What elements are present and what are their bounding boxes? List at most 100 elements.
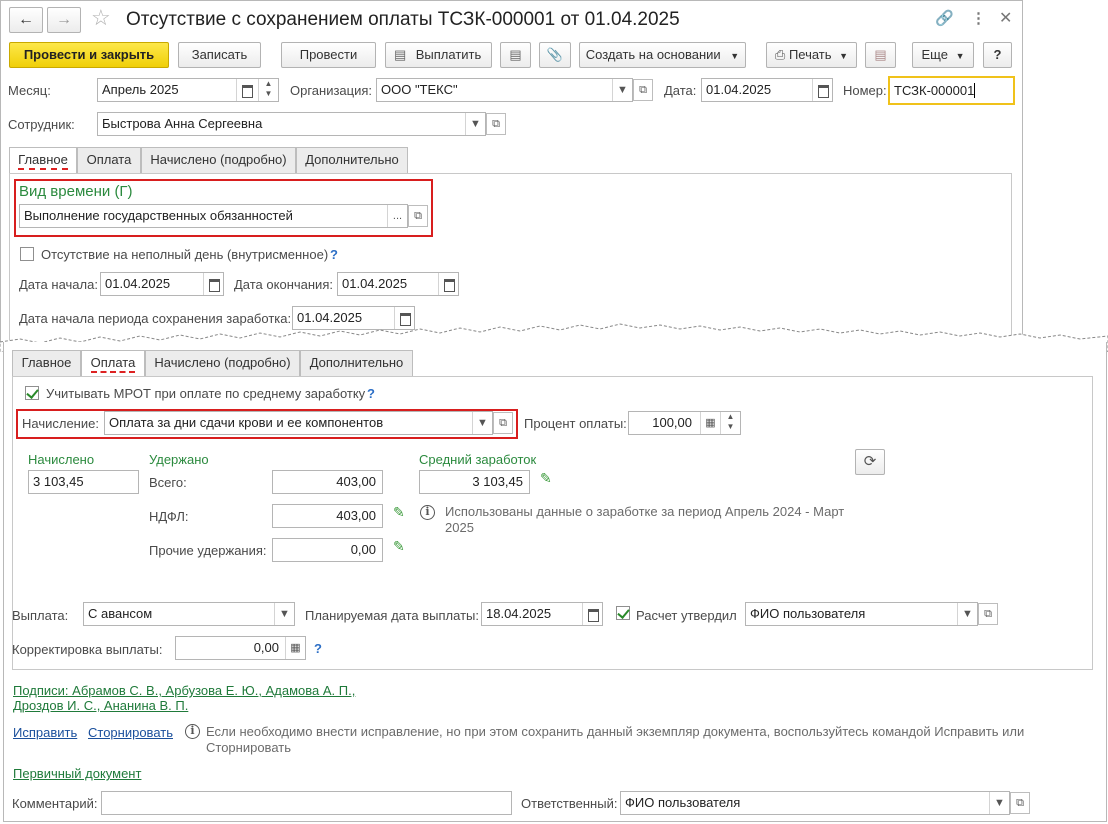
tab-additional[interactable]: Дополнительно [300, 350, 413, 376]
responsible-field[interactable]: ФИО пользователя ▼ [620, 791, 1010, 815]
calendar-icon[interactable] [582, 603, 602, 625]
dropdown-icon[interactable]: ▼ [612, 79, 632, 101]
post-and-close-button[interactable]: Провести и закрыть [9, 42, 169, 68]
calculator-icon[interactable]: ▦ [285, 637, 305, 659]
start-date-label: Дата начала: [19, 277, 98, 292]
month-field[interactable]: Апрель 2025 ▲ ▼ [97, 78, 279, 102]
dropdown-icon[interactable]: ▼ [957, 603, 977, 625]
primary-doc-link[interactable]: Первичный документ [13, 766, 141, 781]
back-button[interactable]: ← [9, 7, 43, 33]
tab-accrued-detail[interactable]: Начислено (подробно) [145, 350, 300, 376]
org-field[interactable]: ООО "ТЕКС" ▼ [376, 78, 633, 102]
total-field[interactable]: 403,00 [272, 470, 383, 494]
tab-payment[interactable]: Оплата [81, 350, 145, 377]
month-spinner[interactable]: ▲ ▼ [258, 79, 278, 101]
tab-main-label: Главное [18, 152, 68, 170]
report-button[interactable]: ▤ [500, 42, 531, 68]
create-based-button[interactable]: Создать на основании ▼ [579, 42, 746, 68]
report-settings-button[interactable]: ▤ [865, 42, 896, 68]
tab-payment[interactable]: Оплата [77, 147, 141, 173]
payout-field[interactable]: С авансом ▼ [83, 602, 295, 626]
correction-field[interactable]: 0,00 ▦ [175, 636, 306, 660]
other-value: 0,00 [350, 542, 376, 557]
other-label: Прочие удержания: [149, 543, 267, 558]
accrual-open-button[interactable]: ⧉ [493, 412, 513, 434]
tab-accrued-detail[interactable]: Начислено (подробно) [141, 147, 296, 173]
tab-additional-label: Дополнительно [305, 152, 399, 167]
star-icon[interactable]: ☆ [91, 5, 111, 31]
calendar-icon[interactable] [236, 79, 256, 101]
post-button[interactable]: Провести [281, 42, 376, 68]
tab-payment-label: Оплата [90, 355, 136, 373]
responsible-open-button[interactable]: ⧉ [1010, 792, 1030, 814]
signatures-link-2[interactable]: Дроздов И. С., Ананина В. П. [13, 698, 188, 713]
dropdown-icon[interactable]: ▼ [472, 412, 492, 434]
reverse-link[interactable]: Сторнировать [88, 725, 173, 740]
org-open-button[interactable]: ⧉ [633, 79, 653, 101]
more-button[interactable]: Еще ▼ [912, 42, 974, 68]
end-date-value: 01.04.2025 [342, 276, 408, 291]
tab-additional[interactable]: Дополнительно [296, 147, 408, 173]
dropdown-icon: ▼ [730, 51, 740, 61]
approved-open-button[interactable]: ⧉ [978, 603, 998, 625]
select-button[interactable]: ... [387, 205, 407, 227]
tab-main[interactable]: Главное [9, 147, 77, 174]
time-type-value: Выполнение государственных обязанностей [24, 208, 293, 223]
mrot-checkbox[interactable] [25, 386, 39, 400]
pencil-icon[interactable]: ✎ [393, 504, 405, 521]
percent-label: Процент оплаты: [524, 416, 627, 431]
date-field[interactable]: 01.04.2025 [701, 78, 833, 102]
time-type-label: Вид времени (Г) [19, 183, 133, 200]
help-icon[interactable]: ? [367, 386, 375, 401]
help-icon[interactable]: ? [330, 247, 338, 262]
time-type-field[interactable]: Выполнение государственных обязанностей … [19, 204, 408, 228]
accrued-field[interactable]: 3 103,45 [28, 470, 139, 494]
payout-value: С авансом [88, 606, 153, 621]
pay-button[interactable]: ▤ Выплатить [385, 42, 492, 68]
approved-field[interactable]: ФИО пользователя ▼ [745, 602, 978, 626]
print-button[interactable]: ⎙ Печать ▼ [766, 42, 857, 68]
accrual-field[interactable]: Оплата за дни сдачи крови и ее компонент… [104, 411, 493, 435]
fix-link[interactable]: Исправить [13, 725, 77, 740]
tab-main[interactable]: Главное [12, 350, 81, 376]
end-date-field[interactable]: 01.04.2025 [337, 272, 459, 296]
plan-date-field[interactable]: 18.04.2025 [481, 602, 603, 626]
time-type-open-button[interactable]: ⧉ [408, 205, 428, 227]
avg-field[interactable]: 3 103,45 [419, 470, 530, 494]
document-window-payment: Главное Оплата Начислено (подробно) Допо… [3, 342, 1107, 822]
dropdown-icon[interactable]: ▼ [274, 603, 294, 625]
end-date-label: Дата окончания: [234, 277, 333, 292]
refresh-button[interactable]: ⟳ [855, 449, 885, 475]
dropdown-icon[interactable]: ▼ [989, 792, 1009, 814]
link-icon[interactable]: 🔗 [935, 9, 954, 27]
kebab-menu-icon[interactable]: ⋮ [971, 9, 986, 27]
refresh-icon: ⟳ [863, 453, 877, 470]
calendar-icon[interactable] [438, 273, 458, 295]
forward-button[interactable]: → [47, 7, 81, 33]
calendar-icon[interactable] [203, 273, 223, 295]
calendar-icon[interactable] [812, 79, 832, 101]
employee-open-button[interactable]: ⧉ [486, 113, 506, 135]
percent-field[interactable]: 100,00 ▦ ▲ ▼ [628, 411, 741, 435]
employee-field[interactable]: Быстрова Анна Сергеевна ▼ [97, 112, 486, 136]
ndfl-field[interactable]: 403,00 [272, 504, 383, 528]
approved-checkbox[interactable] [616, 606, 630, 620]
pay-icon: ▤ [394, 47, 407, 62]
start-date-field[interactable]: 01.04.2025 [100, 272, 224, 296]
help-icon[interactable]: ? [314, 641, 322, 656]
number-field[interactable]: ТСЗК-000001 [888, 76, 1015, 105]
percent-spinner[interactable]: ▲ ▼ [720, 412, 740, 434]
help-button[interactable]: ? [983, 42, 1012, 68]
close-icon[interactable]: ✕ [999, 8, 1012, 28]
other-field[interactable]: 0,00 [272, 538, 383, 562]
calculator-icon[interactable]: ▦ [700, 412, 720, 434]
save-button[interactable]: Записать [178, 42, 261, 68]
signatures-link[interactable]: Подписи: Абрамов С. В., Арбузова Е. Ю., … [13, 683, 355, 698]
pencil-icon[interactable]: ✎ [393, 538, 405, 555]
dropdown-icon[interactable]: ▼ [465, 113, 485, 135]
pencil-icon[interactable]: ✎ [540, 470, 552, 487]
attach-button[interactable]: 📎 [539, 42, 571, 68]
accrued-value: 3 103,45 [33, 474, 84, 489]
comment-field[interactable] [101, 791, 512, 815]
partial-day-checkbox[interactable] [20, 247, 34, 261]
